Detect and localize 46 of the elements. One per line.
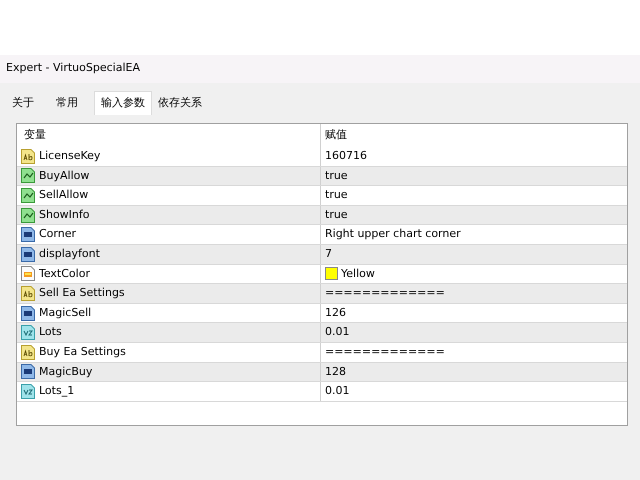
parameter-name: displayfont: [39, 246, 100, 262]
decimal-type-icon: [21, 325, 35, 340]
parameter-name: BuyAllow: [39, 168, 90, 184]
column-header: 变量: [24, 127, 46, 144]
chart-line-icon: [21, 208, 35, 223]
tab[interactable]: 关于: [6, 91, 40, 115]
parameter-value[interactable]: true: [325, 206, 348, 224]
string-type-icon: [21, 148, 35, 164]
parameter-name: Buy Ea Settings: [39, 344, 126, 360]
parameter-value[interactable]: Right upper chart corner: [325, 226, 461, 243]
column-header: 赋值: [325, 127, 347, 144]
tab[interactable]: 输入参数: [94, 91, 152, 115]
string-type-icon: [21, 286, 35, 301]
color-type-icon: [21, 266, 35, 282]
chart-line-icon: [21, 188, 35, 203]
tab[interactable]: 依存关系: [152, 91, 208, 115]
parameter-name: Lots: [39, 324, 62, 340]
parameter-value[interactable]: 128: [325, 364, 346, 380]
parameter-value[interactable]: 126: [325, 304, 346, 322]
parameter-value[interactable]: true: [325, 168, 348, 184]
parameter-name: ShowInfo: [39, 206, 90, 223]
number-type-icon: [21, 246, 35, 262]
decimal-type-icon: [21, 384, 35, 399]
parameter-value[interactable]: =============: [325, 344, 445, 360]
parameter-name: Lots_1: [39, 383, 74, 400]
string-type-icon: [21, 344, 35, 360]
parameter-value[interactable]: 160716: [325, 148, 367, 165]
chart-line-icon: [21, 168, 35, 184]
parameter-name: MagicSell: [39, 304, 92, 321]
parameter-value[interactable]: Yellow: [341, 266, 375, 282]
window-title: Expert - VirtuoSpecialEA: [6, 61, 140, 74]
parameter-value[interactable]: 0.01: [325, 383, 350, 400]
parameter-name: LicenseKey: [39, 148, 100, 164]
parameter-name: MagicBuy: [39, 364, 92, 380]
parameter-name: Corner: [39, 226, 76, 242]
parameter-name: Sell Ea Settings: [39, 285, 125, 302]
parameter-name: TextColor: [39, 266, 90, 282]
parameter-value[interactable]: 7: [325, 246, 332, 263]
parameter-value[interactable]: true: [325, 187, 348, 204]
number-type-icon: [21, 227, 35, 242]
tab[interactable]: 常用: [50, 91, 84, 115]
parameter-value[interactable]: 0.01: [325, 324, 350, 341]
number-type-icon: [21, 306, 35, 321]
parameter-name: SellAllow: [39, 187, 88, 204]
number-type-icon: [21, 364, 35, 380]
parameter-value[interactable]: =============: [325, 285, 445, 302]
